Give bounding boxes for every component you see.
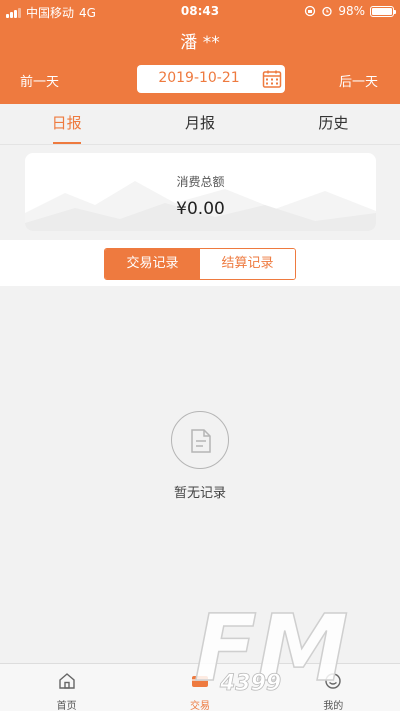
date-picker[interactable]: 2019-10-21 <box>137 65 285 93</box>
alarm-icon <box>322 6 332 17</box>
watermark-logo: FM 4399 <box>193 596 349 702</box>
status-bar: 中国移动 4G 08:43 98% <box>0 0 400 22</box>
calendar-icon[interactable] <box>262 69 282 89</box>
status-right: 98% <box>304 4 396 18</box>
summary-value: ¥0.00 <box>176 199 225 219</box>
tabbar-home-label: 首页 <box>56 701 77 711</box>
home-icon <box>58 673 75 689</box>
lock-rotation-icon <box>305 5 316 17</box>
date-value: 2019-10-21 <box>158 70 240 86</box>
watermark-subtext: 4399 <box>219 671 281 696</box>
page-title: 潘 ** <box>180 33 220 53</box>
battery-icon <box>370 5 396 17</box>
summary-card: 消费总额 ¥0.00 <box>25 153 376 231</box>
summary-label: 消费总额 <box>176 175 225 189</box>
tab-monthly[interactable]: 月报 <box>133 104 266 144</box>
next-day-button[interactable]: 后一天 <box>339 71 378 90</box>
record-type-bar: 交易记录 结算记录 <box>0 240 400 286</box>
report-tabs: 日报 月报 历史 <box>0 104 400 145</box>
record-type-toggle: 交易记录 结算记录 <box>104 248 296 280</box>
settlement-records-button[interactable]: 结算记录 <box>200 249 295 279</box>
mountain-background <box>25 181 376 231</box>
tab-history[interactable]: 历史 <box>267 104 400 144</box>
tabbar-home[interactable]: 首页 <box>0 664 133 711</box>
battery-percent: 98% <box>338 4 365 18</box>
transaction-records-button[interactable]: 交易记录 <box>105 249 200 279</box>
header: 中国移动 4G 08:43 98% 潘 ** 前一天 2019-10-21 后一… <box>0 0 400 104</box>
empty-document-icon <box>171 411 229 469</box>
empty-state-text: 暂无记录 <box>173 486 226 501</box>
tab-daily[interactable]: 日报 <box>0 104 133 144</box>
prev-day-button[interactable]: 前一天 <box>20 71 59 90</box>
